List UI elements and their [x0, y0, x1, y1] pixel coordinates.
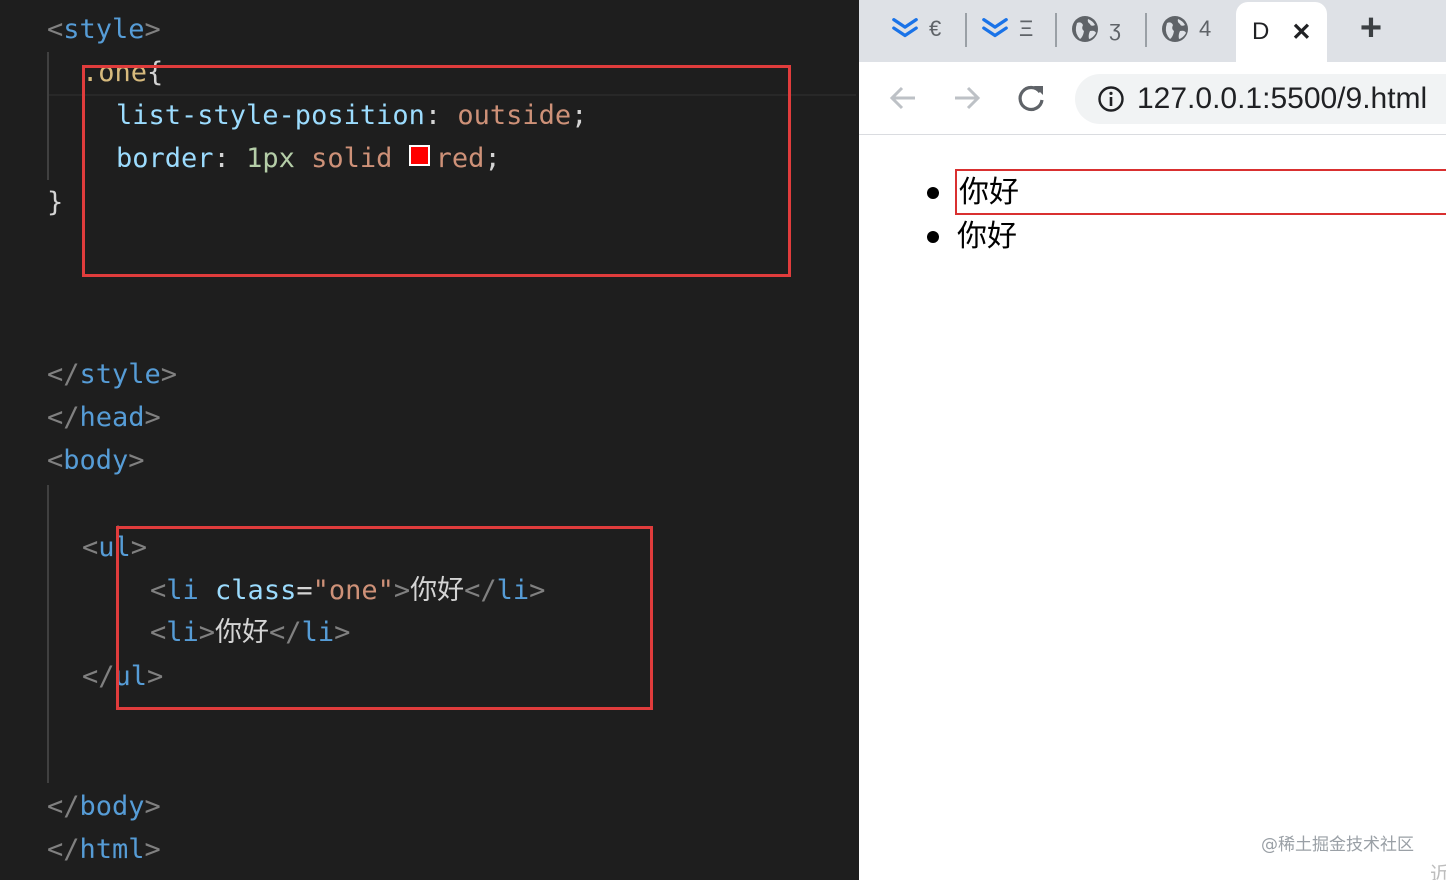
forward-arrow-icon: [955, 86, 981, 110]
close-tab-icon[interactable]: ✕: [1291, 18, 1311, 47]
code-line-html-close[interactable]: </html>: [47, 830, 161, 870]
info-icon[interactable]: [1097, 85, 1125, 113]
tab-separator: [1145, 13, 1147, 47]
code-line-style-close[interactable]: </style>: [47, 355, 177, 395]
address-bar[interactable]: 127.0.0.1:5500/9.html: [1075, 74, 1446, 124]
tab-4-label: 4: [1199, 16, 1212, 41]
stack-icon: [891, 15, 919, 43]
tab-3-label: ʒ: [1109, 16, 1121, 41]
tab-3[interactable]: ʒ: [1071, 0, 1121, 58]
active-tab-label: D: [1252, 18, 1270, 45]
back-button[interactable]: [885, 80, 921, 116]
tab-1[interactable]: €: [891, 0, 941, 58]
tab-separator: [1055, 13, 1057, 47]
code-line-style-open[interactable]: <style>: [47, 10, 161, 50]
tab-2[interactable]: Ξ: [981, 0, 1033, 58]
forward-button[interactable]: [949, 80, 985, 116]
tab-2-label: Ξ: [1019, 16, 1034, 41]
list-item-one: 你好: [955, 169, 1446, 215]
reload-button[interactable]: [1013, 80, 1049, 116]
new-tab-button[interactable]: +: [1356, 6, 1386, 52]
indent-guide: [47, 485, 49, 783]
code-line-body-close[interactable]: </body>: [47, 787, 161, 827]
indent-guide: [47, 52, 49, 180]
list-bullet: [927, 231, 939, 243]
globe-icon: [1161, 15, 1189, 43]
list-bullet: [927, 187, 939, 199]
back-arrow-icon: [889, 86, 915, 110]
code-editor[interactable]: <style> .one{ list-style-position: outsi…: [0, 0, 859, 880]
code-line-head-close[interactable]: </head>: [47, 398, 161, 438]
url-text[interactable]: 127.0.0.1:5500/9.html: [1137, 82, 1427, 116]
globe-icon: [1071, 15, 1099, 43]
tab-separator: [965, 13, 967, 47]
stack-icon: [981, 15, 1009, 43]
browser-toolbar: 127.0.0.1:5500/9.html: [859, 62, 1446, 135]
page-content: 你好 你好: [859, 135, 1446, 880]
tab-1-label: €: [929, 16, 942, 41]
corner-glyph: 近: [1430, 862, 1446, 880]
annotation-box-ul-markup: [116, 526, 653, 710]
reload-icon: [1018, 85, 1044, 112]
list-item: 你好: [957, 219, 1017, 254]
code-line-close-brace[interactable]: }: [47, 183, 63, 223]
tab-strip: € Ξ ʒ 4 D ✕ +: [859, 0, 1446, 62]
tab-4[interactable]: 4: [1161, 0, 1211, 58]
code-line-body-open[interactable]: <body>: [47, 441, 145, 481]
watermark: @稀土掘金技术社区: [1261, 835, 1414, 855]
annotation-box-css-rule: [82, 65, 791, 277]
browser-window: € Ξ ʒ 4 D ✕ + 127.0.0.1:5500/9.html 你好 你…: [859, 0, 1446, 880]
tab-active[interactable]: D ✕: [1236, 2, 1327, 62]
